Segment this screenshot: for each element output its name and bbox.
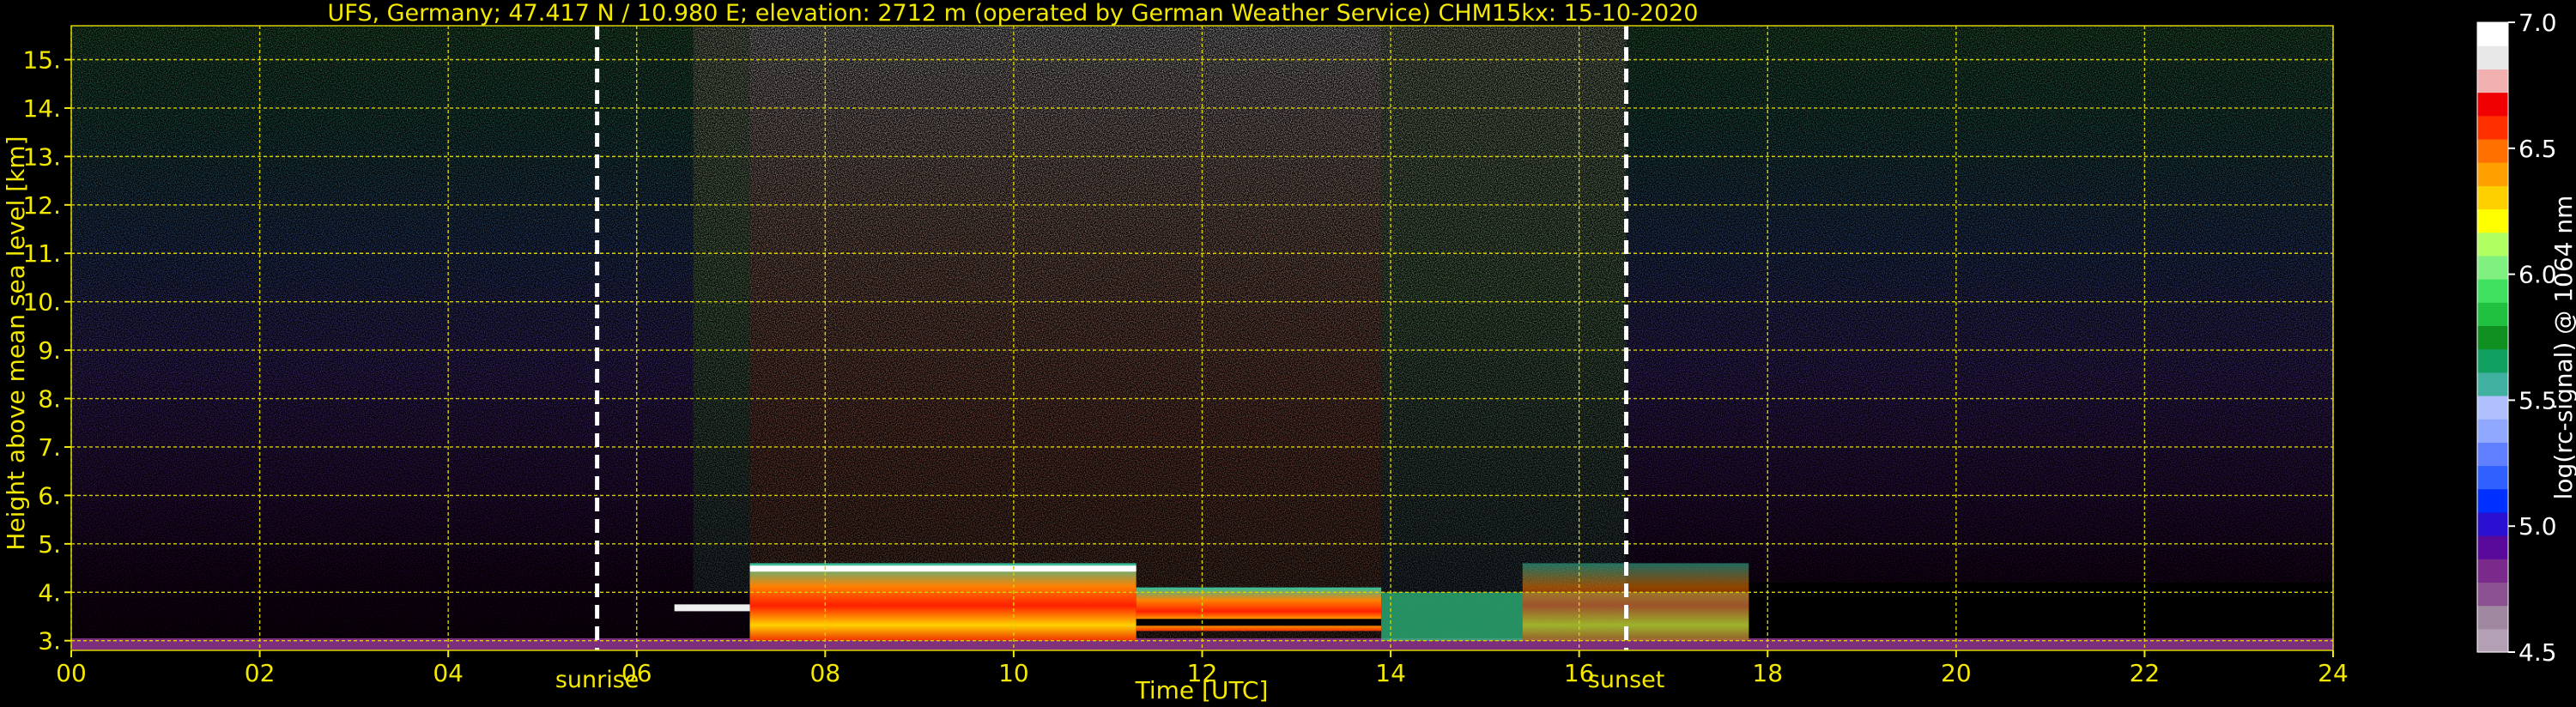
y-tick-label: 9. (38, 336, 61, 365)
x-tick-label: 02 (245, 659, 276, 687)
y-tick-label: 14. (22, 94, 61, 123)
x-tick-label: 18 (1752, 659, 1783, 687)
sunset-label: sunset (1588, 667, 1665, 693)
x-axis-label: Time [UTC] (1135, 676, 1269, 704)
colorbar-tick-label: 4.5 (2518, 638, 2557, 667)
y-tick-label: 15. (22, 46, 61, 75)
colorbar (2476, 21, 2509, 653)
x-tick-label: 08 (810, 659, 841, 687)
x-tick-label: 10 (998, 659, 1029, 687)
chart-title: UFS, Germany; 47.417 N / 10.980 E; eleva… (328, 0, 1699, 27)
colorbar-label: log(rc-signal) @ 1064 nm (2549, 196, 2576, 500)
y-axis-label: Height above mean sea level [km] (2, 136, 30, 550)
colorbar-tick-label: 6.5 (2518, 135, 2557, 163)
y-tick-label: 3. (38, 627, 61, 656)
x-tick-label: 04 (433, 659, 464, 687)
y-tick-label: 7. (38, 433, 61, 462)
y-tick-label: 8. (38, 385, 61, 414)
x-tick-label: 22 (2130, 659, 2161, 687)
sunrise-label: sunrise (555, 667, 639, 693)
y-tick-label: 4. (38, 578, 61, 607)
x-tick-label: 00 (56, 659, 87, 687)
colorbar-tick-label: 5.0 (2518, 512, 2557, 541)
colorbar-tick-label: 7.0 (2518, 9, 2557, 37)
x-tick-label: 14 (1375, 659, 1406, 687)
y-tick-label: 5. (38, 530, 61, 559)
x-tick-label: 20 (1941, 659, 1972, 687)
y-tick-label: 6. (38, 481, 61, 510)
ceilometer-chart: 3.4.5.6.7.8.9.10.11.12.13.14.15. 00 02 04 0… (2, 0, 2576, 704)
x-tick-label: 24 (2318, 659, 2349, 687)
sun-event-labels: sunrise sunset (555, 667, 1664, 693)
